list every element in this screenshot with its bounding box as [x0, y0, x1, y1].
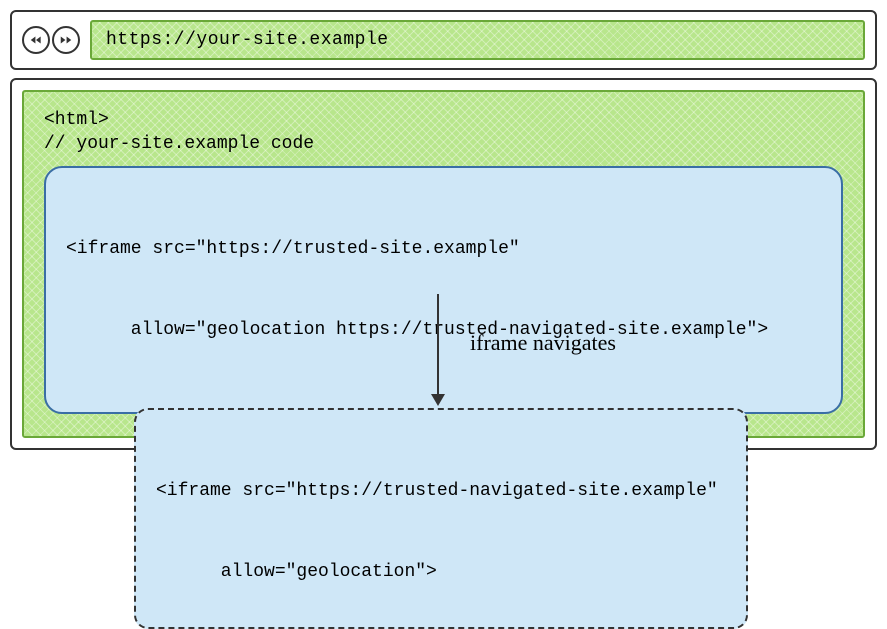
iframe-code-line1: <iframe src="https://trusted-site.exampl… [66, 236, 821, 263]
arrow-label: iframe navigates [470, 330, 616, 356]
result-code-line2: allow="geolocation"> [156, 559, 726, 586]
code-comment: // your-site.example code [44, 134, 843, 154]
iframe-source-box: <iframe src="https://trusted-site.exampl… [44, 166, 843, 414]
page-content: <html> // your-site.example code <iframe… [22, 90, 865, 438]
iframe-result-box: <iframe src="https://trusted-navigated-s… [134, 408, 748, 629]
result-code-line1: <iframe src="https://trusted-navigated-s… [156, 478, 726, 505]
nav-buttons [22, 26, 80, 54]
browser-toolbar: https://your-site.example [10, 10, 877, 70]
arrow-head-icon [431, 394, 445, 406]
iframe-code-line2: allow="geolocation https://trusted-navig… [66, 317, 821, 344]
back-button[interactable] [22, 26, 50, 54]
forward-button[interactable] [52, 26, 80, 54]
html-open-tag: <html> [44, 110, 843, 130]
url-bar[interactable]: https://your-site.example [90, 20, 865, 60]
navigation-arrow [437, 294, 439, 404]
arrow-line [437, 294, 439, 394]
rewind-icon [29, 33, 43, 47]
fast-forward-icon [59, 33, 73, 47]
